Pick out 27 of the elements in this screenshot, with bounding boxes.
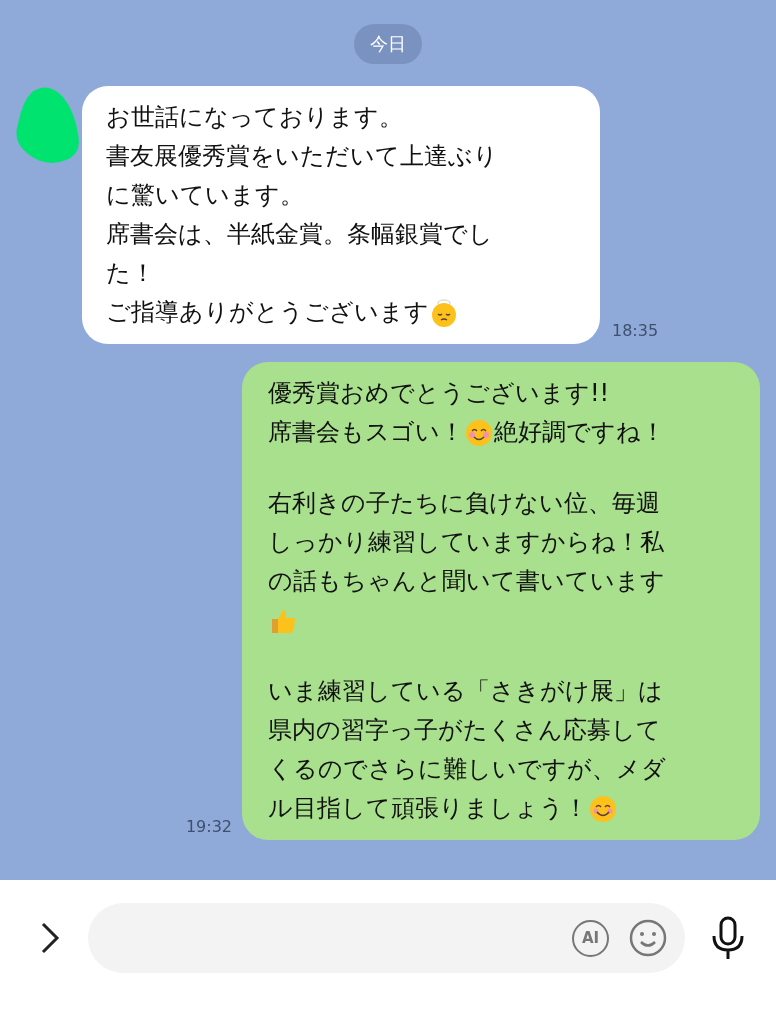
message-input[interactable]: AI	[88, 903, 685, 973]
sleepy-face-icon	[429, 297, 459, 328]
smiling-face-icon	[588, 793, 618, 824]
message-text: 右利きの子たちに負けない位、毎週	[268, 488, 660, 519]
message-text: しっかり練習していますからね！私	[268, 527, 664, 558]
message-time: 19:32	[185, 817, 232, 836]
message-text: ル目指して頑張りましょう！	[268, 793, 588, 824]
message-text: お世話になっております。	[106, 102, 403, 133]
message-text: た！	[106, 258, 155, 289]
chevron-right-icon[interactable]	[40, 921, 60, 955]
message-text: ご指導ありがとうございます	[106, 297, 429, 328]
message-text: 絶好調ですね！	[494, 417, 665, 448]
message-time: 18:35	[612, 321, 659, 340]
message-text: いま練習している「さきがけ展」は	[268, 676, 663, 707]
message-text: に驚いています。	[106, 180, 304, 211]
microphone-icon[interactable]	[711, 916, 745, 960]
date-divider: 今日	[354, 24, 422, 64]
smiling-face-icon	[464, 417, 494, 448]
message-text: 優秀賞おめでとうございます!!	[268, 378, 610, 409]
message-text: 席書会は、半紙金賞。条幅銀賞でし	[106, 219, 493, 250]
message-text: 書友展優秀賞をいただいて上達ぶり	[106, 141, 498, 172]
message-text: くるのでさらに難しいですが、メダ	[268, 754, 666, 785]
message-text: の話もちゃんと聞いて書いています	[268, 566, 665, 597]
ai-button[interactable]: AI	[572, 919, 609, 957]
message-text: 席書会もスゴい！	[268, 417, 464, 448]
emoji-icon[interactable]	[629, 919, 667, 957]
message-text: 県内の習字っ子がたくさん応募して	[268, 715, 661, 746]
